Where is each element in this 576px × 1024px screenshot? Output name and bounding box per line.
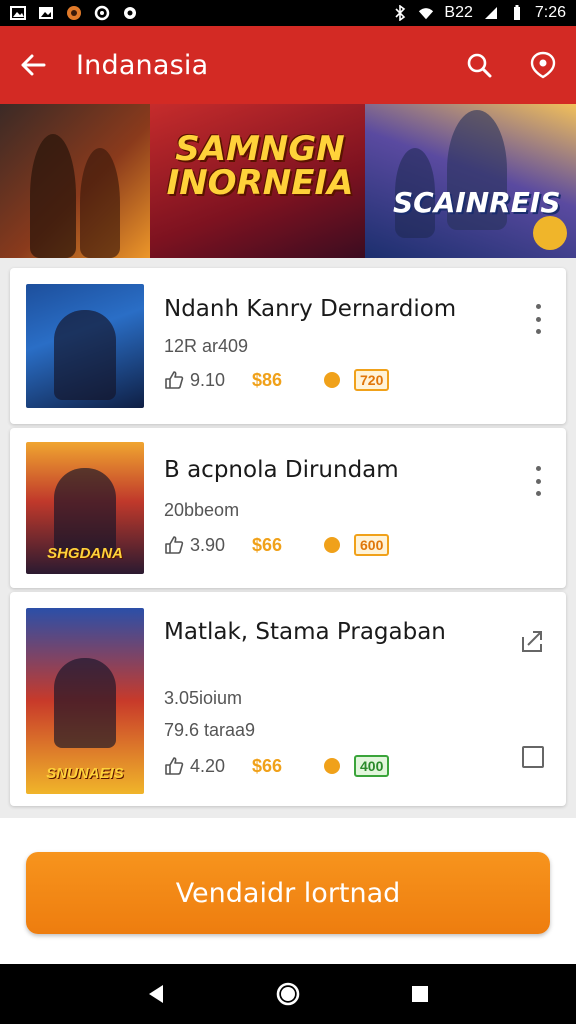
nav-recents-button[interactable]: [405, 979, 435, 1009]
battery-icon: [509, 5, 525, 21]
game-thumbnail: SHGDANA: [26, 442, 144, 574]
game-title: Ndanh Kanry Dernardiom: [164, 296, 457, 322]
search-icon: [467, 53, 492, 78]
game-meta: 3.05ioium: [164, 688, 243, 708]
more-icon: [535, 304, 541, 309]
banner-title: SAMNGN INORNEIA: [166, 129, 354, 203]
system-nav-bar: [0, 964, 576, 1024]
price: $66: [252, 755, 283, 776]
select-checkbox[interactable]: [522, 746, 544, 768]
app-actions: [464, 50, 558, 80]
more-options-button[interactable]: [530, 466, 546, 496]
thumbnail-label: SHGDANA: [47, 545, 123, 562]
likes-count: 3.90: [190, 534, 226, 555]
price: $86: [252, 369, 283, 390]
app-icon: [66, 5, 82, 21]
nav-home-button[interactable]: [273, 979, 303, 1009]
game-thumbnail: SNUNAEIS: [26, 608, 144, 794]
game-meta-secondary: 79.6 taraa9: [164, 720, 256, 740]
game-thumbnail: [26, 284, 144, 408]
game-stats: 4.20 $66 400: [164, 755, 390, 777]
image-icon: [10, 5, 26, 21]
coin-icon: [324, 758, 340, 774]
back-button[interactable]: [18, 50, 48, 80]
banner-art-left: [0, 104, 155, 258]
wifi-icon: [418, 5, 434, 21]
coin-icon: [324, 537, 340, 553]
photo-icon: [38, 5, 54, 21]
rating-badge: 400: [354, 755, 390, 777]
thumbs-up-icon: [165, 757, 184, 775]
status-left: [10, 5, 138, 21]
thumbs-up-icon: [165, 371, 184, 389]
clock: 7:26: [534, 4, 566, 21]
game-stats: 9.10 $86 720: [164, 369, 390, 391]
thumbnail-label: SNUNAEIS: [46, 765, 124, 782]
nav-back-button[interactable]: [141, 979, 171, 1009]
back-triangle-icon: [149, 985, 163, 1003]
settings-icon: [122, 5, 138, 21]
home-circle-icon: [276, 982, 300, 1006]
rating-badge: 600: [354, 534, 390, 556]
game-title: Matlak, Stama Pragaban: [164, 619, 446, 645]
bluetooth-icon: [392, 5, 408, 21]
share-button[interactable]: [520, 628, 546, 654]
search-button[interactable]: [464, 50, 494, 80]
likes-count: 4.20: [190, 755, 226, 776]
promo-banner[interactable]: SAMNGN INORNEIA SCAINREIS: [0, 104, 576, 258]
signal-icon: [483, 5, 499, 21]
rating-badge: 720: [354, 369, 390, 391]
banner-subtitle: SCAINREIS: [393, 186, 561, 219]
share-icon: [522, 631, 542, 652]
circle-icon: [94, 5, 110, 21]
coin-icon: [324, 372, 340, 388]
list-item[interactable]: SNUNAEIS Matlak, Stama Pragaban 3.05ioiu…: [10, 592, 566, 806]
more-icon: [535, 466, 541, 471]
page-title: Indanasia: [76, 49, 209, 81]
more-options-button[interactable]: [530, 304, 546, 334]
app-bar: Indanasia: [0, 26, 576, 104]
recents-square-icon: [412, 986, 428, 1002]
game-stats: 3.90 $66 600: [164, 534, 390, 556]
shield-icon: [530, 51, 556, 79]
list-item[interactable]: Ndanh Kanry Dernardiom 12R ar409 9.10 $8…: [10, 268, 566, 424]
back-arrow-icon: [21, 54, 46, 76]
likes-count: 9.10: [190, 369, 226, 390]
game-meta: 20bbeom: [164, 500, 240, 520]
status-bar: B22 7:26: [0, 0, 576, 26]
price: $66: [252, 534, 283, 555]
status-right: B22 7:26: [392, 4, 566, 22]
list-item[interactable]: SHGDANA B acpnola Dirundam 20bbeom 3.90 …: [10, 428, 566, 588]
badge-button[interactable]: [528, 50, 558, 80]
game-title: B acpnola Dirundam: [164, 457, 399, 483]
bottom-action-area: Vendaidr lortnad: [0, 818, 576, 964]
banner-art-right: [365, 104, 576, 258]
primary-action-button[interactable]: Vendaidr lortnad: [26, 852, 550, 934]
game-meta: 12R ar409: [164, 336, 249, 356]
network-label: B22: [444, 4, 473, 21]
thumbs-up-icon: [165, 536, 184, 554]
